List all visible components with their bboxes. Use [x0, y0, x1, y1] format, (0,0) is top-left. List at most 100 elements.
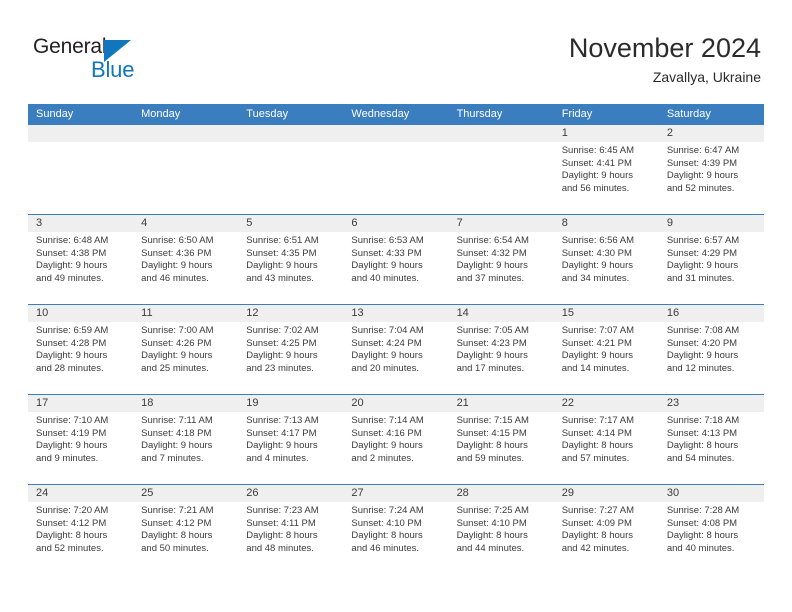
day-detail-line: Sunset: 4:30 PM — [561, 247, 632, 259]
calendar-page: General Blue November 2024 Zavallya, Ukr… — [0, 0, 792, 612]
day-detail-line: Sunrise: 7:23 AM — [246, 505, 319, 516]
day-detail-line: Daylight: 9 hours — [456, 350, 528, 362]
day-detail-line: Sunset: 4:29 PM — [666, 247, 738, 259]
day-detail-line: Sunrise: 7:05 AM — [456, 325, 529, 336]
day-cell[interactable]: Sunrise: 7:25 AM Sunset: 4:10 PM Daylight:… — [449, 502, 554, 574]
day-number[interactable]: 22 — [554, 395, 659, 412]
day-number[interactable]: 27 — [343, 485, 448, 502]
day-cell[interactable]: Sunrise: 7:21 AM Sunset: 4:12 PM Daylight:… — [133, 502, 238, 574]
day-number[interactable]: 6 — [343, 215, 448, 232]
day-number-empty — [133, 125, 238, 142]
weekday-header-tuesday: Tuesday — [246, 108, 289, 120]
day-detail-line: and 48 minutes. — [246, 542, 314, 554]
day-detail-line: Sunset: 4:38 PM — [36, 247, 107, 259]
day-cell[interactable]: Sunrise: 6:47 AM Sunset: 4:39 PM Daylight:… — [659, 142, 764, 214]
day-detail-line: Sunrise: 6:50 AM — [141, 235, 214, 246]
day-detail-line: Sunset: 4:33 PM — [351, 247, 422, 259]
day-cell[interactable]: Sunrise: 7:00 AM Sunset: 4:26 PM Daylight:… — [133, 322, 238, 394]
day-number[interactable]: 17 — [28, 395, 133, 412]
day-number[interactable]: 24 — [28, 485, 133, 502]
day-cell[interactable]: Sunrise: 7:08 AM Sunset: 4:20 PM Daylight:… — [659, 322, 764, 394]
day-detail-line: Sunrise: 7:25 AM — [456, 505, 529, 516]
day-number[interactable]: 13 — [343, 305, 448, 322]
day-detail-line: Sunset: 4:28 PM — [36, 337, 107, 349]
day-detail-line: Sunrise: 6:48 AM — [36, 235, 109, 246]
day-detail-line: Sunrise: 6:47 AM — [666, 145, 740, 156]
day-cell[interactable]: Sunrise: 7:20 AM Sunset: 4:12 PM Daylight:… — [28, 502, 133, 574]
day-cell[interactable]: Sunrise: 6:54 AM Sunset: 4:32 PM Daylight:… — [449, 232, 554, 304]
day-cell[interactable]: Sunrise: 7:28 AM Sunset: 4:08 PM Daylight:… — [659, 502, 764, 574]
day-cell[interactable]: Sunrise: 7:11 AM Sunset: 4:18 PM Daylight:… — [133, 412, 238, 484]
day-number[interactable]: 2 — [659, 125, 764, 142]
day-cell[interactable]: Sunrise: 6:59 AM Sunset: 4:28 PM Daylight:… — [28, 322, 133, 394]
day-cell[interactable]: Sunrise: 7:27 AM Sunset: 4:09 PM Daylight:… — [554, 502, 659, 574]
day-number[interactable]: 15 — [554, 305, 659, 322]
day-number[interactable]: 25 — [133, 485, 238, 502]
day-cell[interactable]: Sunrise: 7:07 AM Sunset: 4:21 PM Daylight:… — [554, 322, 659, 394]
day-cell[interactable]: Sunrise: 7:15 AM Sunset: 4:15 PM Daylight:… — [449, 412, 554, 484]
day-detail-line: Sunset: 4:10 PM — [351, 517, 422, 529]
day-cell[interactable]: Sunrise: 6:57 AM Sunset: 4:29 PM Daylight:… — [659, 232, 764, 304]
day-number[interactable]: 28 — [449, 485, 554, 502]
day-detail-line: and 50 minutes. — [141, 542, 209, 554]
day-number[interactable]: 3 — [28, 215, 133, 232]
day-number[interactable]: 8 — [554, 215, 659, 232]
day-cell[interactable]: Sunrise: 7:13 AM Sunset: 4:17 PM Daylight:… — [238, 412, 343, 484]
day-detail-band: Sunrise: 6:59 AM Sunset: 4:28 PM Daylight:… — [28, 322, 764, 394]
day-number[interactable]: 18 — [133, 395, 238, 412]
day-cell[interactable]: Sunrise: 7:04 AM Sunset: 4:24 PM Daylight:… — [343, 322, 448, 394]
day-number[interactable]: 4 — [133, 215, 238, 232]
general-blue-logo[interactable]: General Blue — [33, 36, 173, 84]
day-detail-line: Daylight: 9 hours — [561, 350, 633, 362]
day-cell[interactable]: Sunrise: 6:45 AM Sunset: 4:41 PM Daylight:… — [554, 142, 659, 214]
day-detail-line: Daylight: 9 hours — [666, 350, 739, 362]
day-cell[interactable]: Sunrise: 6:56 AM Sunset: 4:30 PM Daylight:… — [554, 232, 659, 304]
day-number[interactable]: 23 — [659, 395, 764, 412]
day-cell[interactable]: Sunrise: 6:48 AM Sunset: 4:38 PM Daylight:… — [28, 232, 133, 304]
day-detail-line: Sunset: 4:21 PM — [561, 337, 632, 349]
day-number[interactable]: 12 — [238, 305, 343, 322]
day-detail-line: Sunrise: 7:27 AM — [561, 505, 635, 516]
day-number[interactable]: 16 — [659, 305, 764, 322]
day-detail-line: Daylight: 9 hours — [246, 350, 318, 362]
day-cell[interactable]: Sunrise: 6:51 AM Sunset: 4:35 PM Daylight:… — [238, 232, 343, 304]
day-detail-line: Sunset: 4:08 PM — [666, 517, 738, 529]
day-cell[interactable]: Sunrise: 7:02 AM Sunset: 4:25 PM Daylight:… — [238, 322, 343, 394]
day-detail-line: Sunrise: 7:21 AM — [141, 505, 214, 516]
day-detail-line: Sunrise: 7:04 AM — [351, 325, 424, 336]
day-detail-line: Sunset: 4:24 PM — [351, 337, 422, 349]
day-detail-line: Daylight: 9 hours — [456, 260, 528, 272]
day-number[interactable]: 20 — [343, 395, 448, 412]
day-detail-line: Sunset: 4:20 PM — [666, 337, 738, 349]
day-number[interactable]: 7 — [449, 215, 554, 232]
day-number[interactable]: 1 — [554, 125, 659, 142]
day-cell[interactable]: Sunrise: 6:53 AM Sunset: 4:33 PM Daylight:… — [343, 232, 448, 304]
day-cell[interactable]: Sunrise: 6:50 AM Sunset: 4:36 PM Daylight:… — [133, 232, 238, 304]
day-detail-line: Sunset: 4:41 PM — [561, 157, 632, 169]
day-cell[interactable]: Sunrise: 7:10 AM Sunset: 4:19 PM Daylight:… — [28, 412, 133, 484]
day-number[interactable]: 5 — [238, 215, 343, 232]
day-detail-line: and 56 minutes. — [561, 182, 630, 194]
day-detail-line: Daylight: 8 hours — [456, 530, 528, 542]
day-detail-line: Sunrise: 6:51 AM — [246, 235, 319, 246]
day-number[interactable]: 19 — [238, 395, 343, 412]
day-cell[interactable]: Sunrise: 7:14 AM Sunset: 4:16 PM Daylight:… — [343, 412, 448, 484]
day-number[interactable]: 10 — [28, 305, 133, 322]
day-number[interactable]: 29 — [554, 485, 659, 502]
day-detail-line: Sunrise: 7:24 AM — [351, 505, 424, 516]
day-detail-line: Sunrise: 6:57 AM — [666, 235, 740, 246]
day-number[interactable]: 14 — [449, 305, 554, 322]
day-cell[interactable]: Sunrise: 7:24 AM Sunset: 4:10 PM Daylight:… — [343, 502, 448, 574]
day-cell[interactable]: Sunrise: 7:05 AM Sunset: 4:23 PM Daylight:… — [449, 322, 554, 394]
day-detail-line: Daylight: 9 hours — [351, 440, 423, 452]
day-number[interactable]: 26 — [238, 485, 343, 502]
day-number[interactable]: 9 — [659, 215, 764, 232]
day-cell[interactable]: Sunrise: 7:17 AM Sunset: 4:14 PM Daylight:… — [554, 412, 659, 484]
day-number[interactable]: 30 — [659, 485, 764, 502]
day-number[interactable]: 21 — [449, 395, 554, 412]
day-cell[interactable]: Sunrise: 7:23 AM Sunset: 4:11 PM Daylight:… — [238, 502, 343, 574]
day-cell[interactable]: Sunrise: 7:18 AM Sunset: 4:13 PM Daylight:… — [659, 412, 764, 484]
day-number[interactable]: 11 — [133, 305, 238, 322]
page-title: November 2024 — [568, 33, 761, 63]
day-detail-band: Sunrise: 6:45 AM Sunset: 4:41 PM Daylight:… — [28, 142, 764, 214]
